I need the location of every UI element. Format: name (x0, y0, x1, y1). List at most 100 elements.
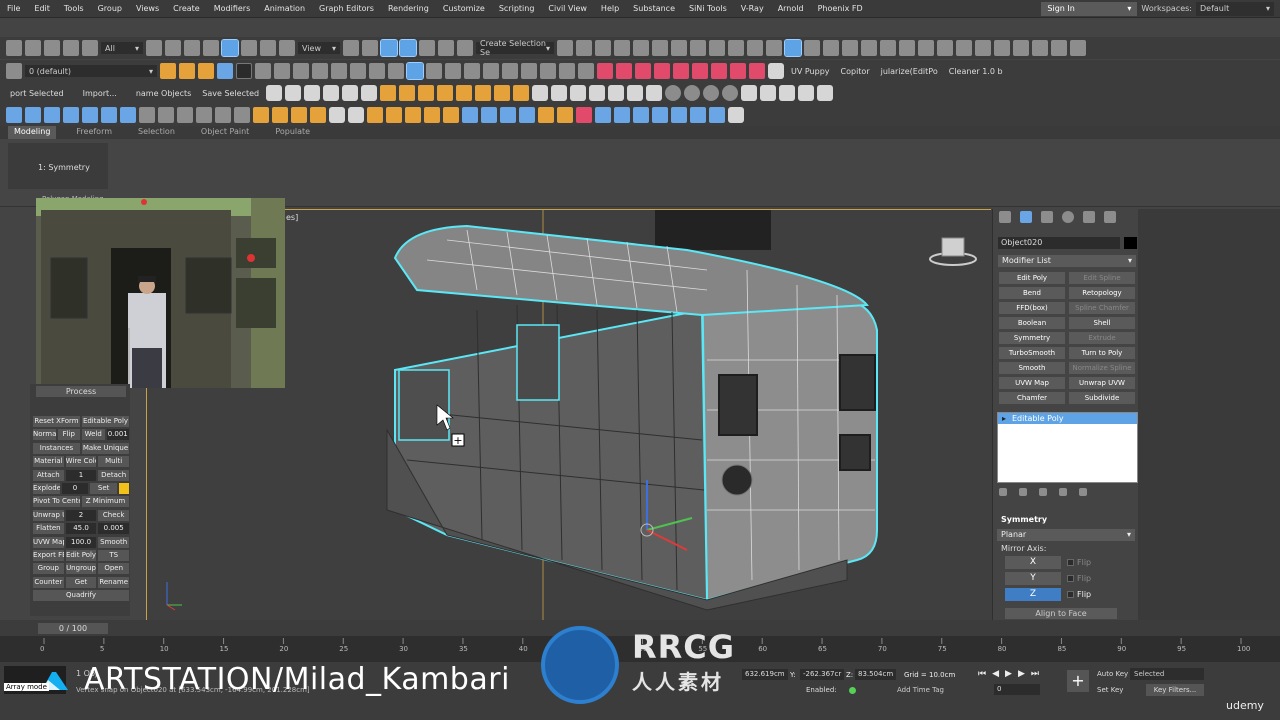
select-and-place-icon[interactable] (279, 40, 295, 56)
tab-modeling[interactable]: Modeling (8, 126, 57, 139)
checkbox-icon[interactable] (1067, 559, 1074, 566)
pause-icon[interactable] (158, 107, 174, 123)
menu-phoenix-fd[interactable]: Phoenix FD (811, 4, 870, 13)
phoenix-grid-icon[interactable] (918, 40, 934, 56)
phoenix-water-6-icon[interactable] (557, 107, 573, 123)
pivot-center-icon[interactable] (343, 40, 359, 56)
menu-file[interactable]: File (0, 4, 27, 13)
tool-button-explode[interactable]: Explode (33, 483, 60, 494)
tool-button-reset-xform[interactable]: Reset XForm (33, 416, 80, 427)
modifier-button-subdivide[interactable]: Subdivide (1069, 392, 1135, 404)
ribbon-icon-7[interactable] (120, 107, 136, 123)
tool-button-wire-color[interactable]: Wire Color (65, 456, 97, 468)
schematic-view-icon[interactable] (671, 40, 687, 56)
flip-checkbox[interactable]: Flip (1067, 558, 1091, 567)
light-8-icon[interactable] (513, 85, 530, 101)
sphere-4-icon[interactable] (722, 85, 739, 101)
phoenix-ocean-icon[interactable] (1032, 40, 1048, 56)
phoenix-tool-7-icon[interactable] (367, 107, 383, 123)
process-button[interactable]: Process (36, 386, 126, 397)
modifier-button-turn-to-poly[interactable]: Turn to Poly (1069, 347, 1135, 359)
make-unique-icon[interactable] (1039, 488, 1047, 496)
phoenix-water-11-icon[interactable] (652, 107, 668, 123)
utilities-tab-icon[interactable] (1104, 211, 1116, 223)
vray-object-7-icon[interactable] (646, 85, 663, 101)
tool-button-open[interactable]: Open (98, 563, 130, 575)
modifier-button-normalize-spline[interactable]: Normalize Spline (1069, 362, 1135, 374)
modifier-button-ffd-box-[interactable]: FFD(box) (999, 302, 1065, 314)
tool-button-ts[interactable]: TS (98, 550, 130, 561)
sini-tool-4-icon[interactable] (654, 63, 670, 79)
pin-stack-icon[interactable] (999, 488, 1007, 496)
color-swatch[interactable] (119, 483, 130, 494)
delete-icon[interactable] (234, 107, 250, 123)
phoenix-camera-icon[interactable] (956, 40, 972, 56)
ribbon-icon-3[interactable] (44, 107, 60, 123)
phoenix-water-4-icon[interactable] (519, 107, 535, 123)
primitive-2-icon[interactable] (285, 85, 302, 101)
menu-group[interactable]: Group (91, 4, 129, 13)
menu-sini-tools[interactable]: SiNi Tools (682, 4, 734, 13)
phoenix-water-9-icon[interactable] (614, 107, 630, 123)
sini-tool-5-icon[interactable] (673, 63, 689, 79)
object-color-swatch[interactable] (1124, 237, 1137, 249)
camera-icon[interactable] (304, 85, 321, 101)
sini-tool-3-icon[interactable] (635, 63, 651, 79)
vray-object-2-icon[interactable] (551, 85, 568, 101)
value-field-0-005[interactable]: 0.005 (98, 523, 130, 535)
vray-lister-icon[interactable] (842, 40, 858, 56)
light-3-icon[interactable] (418, 85, 435, 101)
tool-button-edit-poly[interactable]: Edit Poly (65, 550, 97, 561)
add-key-button[interactable]: + (1067, 670, 1089, 692)
connect-tool-icon[interactable] (502, 63, 518, 79)
phoenix-force-icon[interactable] (1051, 40, 1067, 56)
import-button[interactable]: Import... (79, 89, 121, 98)
vray-env-icon[interactable] (760, 85, 777, 101)
key-filters-button[interactable]: Key Filters... (1146, 684, 1204, 696)
modifier-button-uvw-map[interactable]: UVW Map (999, 377, 1065, 389)
tool-button-check[interactable]: Check (98, 509, 130, 521)
hierarchy-tab-icon[interactable] (1041, 211, 1053, 223)
viewcube-icon[interactable] (928, 234, 978, 268)
x-coordinate-field[interactable]: 632.619cm (742, 669, 788, 680)
menu-rendering[interactable]: Rendering (381, 4, 436, 13)
modifier-button-unwrap-uvw[interactable]: Unwrap UVW (1069, 377, 1135, 389)
sini-tool-10-icon[interactable] (768, 63, 784, 79)
toggle-scene-explorer-icon[interactable] (595, 40, 611, 56)
edge-tool-icon[interactable] (464, 63, 480, 79)
phoenix-particle-icon[interactable] (994, 40, 1010, 56)
current-frame-field[interactable]: 0 (994, 684, 1040, 695)
render-production-icon[interactable] (747, 40, 763, 56)
percent-snap-icon[interactable] (419, 40, 435, 56)
tool-button-set[interactable]: Set (90, 483, 118, 494)
tool-button-smooth[interactable]: Smooth (98, 536, 130, 548)
modifier-button-spline-chamfer[interactable]: Spline Chamfer (1069, 302, 1135, 314)
quick-slice-icon[interactable] (540, 63, 556, 79)
tab-selection[interactable]: Selection (132, 126, 181, 139)
light-7-icon[interactable] (494, 85, 511, 101)
add-time-tag[interactable]: Add Time Tag (897, 686, 944, 694)
copitor-button[interactable]: Copitor (837, 67, 874, 76)
light-5-icon[interactable] (456, 85, 473, 101)
modifier-button-bend[interactable]: Bend (999, 287, 1065, 299)
tool-button-unwrap-uvw[interactable]: Unwrap UVW (33, 509, 64, 521)
menu-v-ray[interactable]: V-Ray (734, 4, 771, 13)
sini-tool-7-icon[interactable] (711, 63, 727, 79)
ribbon-icon-5[interactable] (82, 107, 98, 123)
play-icon[interactable] (139, 107, 155, 123)
light-6-icon[interactable] (475, 85, 492, 101)
menu-substance[interactable]: Substance (626, 4, 682, 13)
uv-puppy-button[interactable]: UV Puppy (787, 67, 834, 76)
measure-tool-icon[interactable] (293, 63, 309, 79)
stop-icon[interactable] (177, 107, 193, 123)
sini-tool-6-icon[interactable] (692, 63, 708, 79)
phoenix-tool-5-icon[interactable] (329, 107, 345, 123)
menu-scripting[interactable]: Scripting (492, 4, 542, 13)
edit-named-selection-icon[interactable] (457, 40, 473, 56)
phoenix-water-12-icon[interactable] (671, 107, 687, 123)
grid-tool-icon[interactable] (255, 63, 271, 79)
menu-tools[interactable]: Tools (57, 4, 91, 13)
modifier-button-edit-poly[interactable]: Edit Poly (999, 272, 1065, 284)
spacing-tool-icon[interactable] (331, 63, 347, 79)
keyboard-shortcut-override-icon[interactable] (362, 40, 378, 56)
